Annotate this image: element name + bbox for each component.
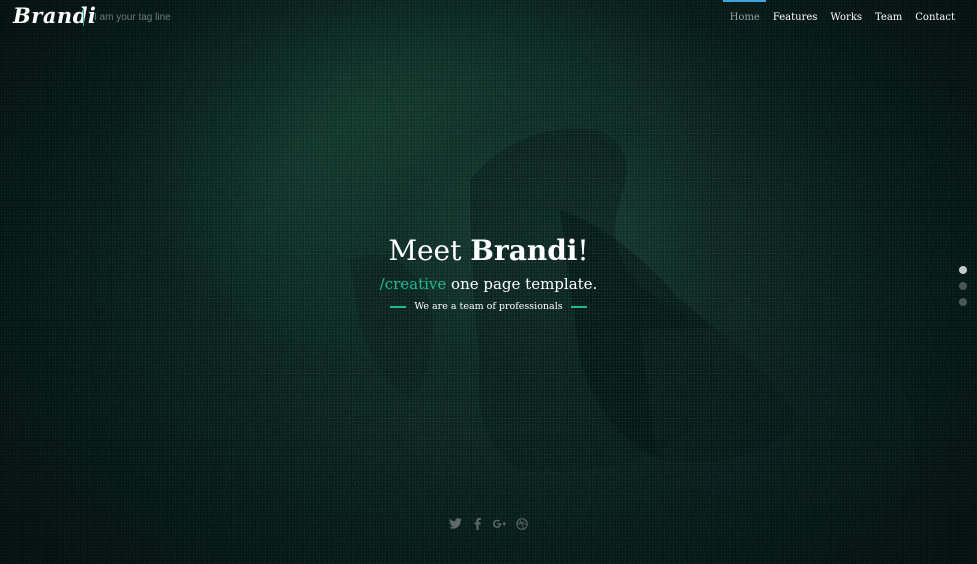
slider-dots	[959, 266, 967, 306]
subline-rest: one page template.	[446, 275, 598, 293]
hero-subline: /creative one page template.	[0, 275, 977, 293]
headline-suffix: !	[577, 234, 589, 267]
nav-item-contact[interactable]: Contact	[909, 0, 977, 36]
google-plus-icon[interactable]	[493, 517, 506, 530]
headline-prefix: Meet	[388, 234, 471, 267]
nav-item-home[interactable]: Home	[723, 0, 767, 36]
hero-tag: We are a team of professionals	[0, 301, 977, 312]
nav-item-features[interactable]: Features	[766, 0, 824, 36]
subline-accent: /creative	[379, 275, 447, 293]
facebook-icon[interactable]	[471, 517, 484, 530]
slider-dot-2[interactable]	[959, 282, 967, 290]
hero-tag-text: We are a team of professionals	[414, 301, 563, 312]
main-nav: Home Features Works Team Contact	[723, 0, 977, 36]
hero-headline: Meet Brandi!	[0, 232, 977, 270]
twitter-icon[interactable]	[449, 517, 462, 530]
site-header: Brandi I am your tag line Home Features …	[0, 0, 977, 36]
tag-line-left	[390, 305, 407, 308]
nav-item-team[interactable]: Team	[869, 0, 909, 36]
social-links	[0, 517, 977, 530]
headline-brand: Brandi	[470, 234, 578, 267]
nav-item-works[interactable]: Works	[824, 0, 869, 36]
slider-dot-3[interactable]	[959, 298, 967, 306]
dribbble-icon[interactable]	[515, 517, 528, 530]
tag-line-right	[570, 305, 587, 308]
slider-dot-1[interactable]	[959, 266, 967, 274]
tagline: I am your tag line	[94, 12, 171, 23]
logo-divider	[83, 9, 84, 26]
